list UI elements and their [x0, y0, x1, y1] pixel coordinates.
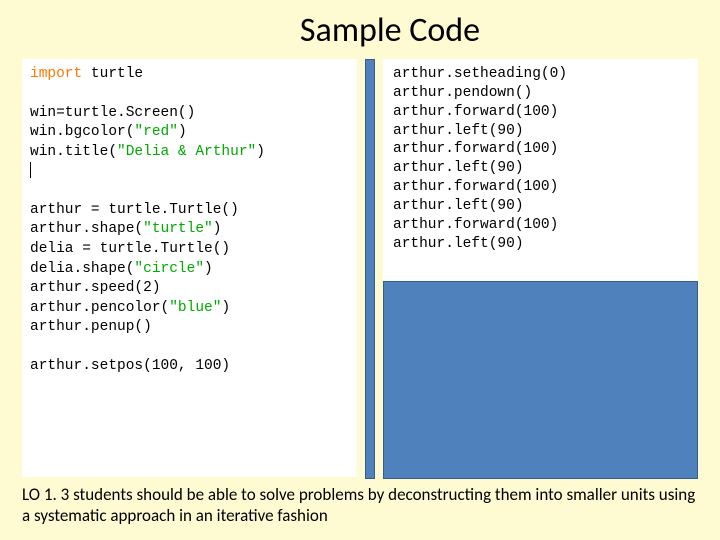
- code-text: ): [178, 124, 187, 140]
- code-line: arthur.forward(100): [393, 216, 688, 235]
- code-panel-right: arthur.setheading(0) arthur.pendown() ar…: [383, 59, 698, 281]
- string-literal: "circle": [134, 261, 204, 277]
- code-line: arthur.pencolor("blue"): [30, 299, 349, 319]
- code-line: arthur.speed(2): [30, 279, 349, 299]
- code-line: win.bgcolor("red"): [30, 123, 349, 143]
- text-cursor: [30, 162, 31, 178]
- code-text: ): [213, 221, 222, 237]
- code-line: arthur.left(90): [393, 235, 688, 254]
- code-line: arthur.setpos(100, 100): [30, 357, 349, 377]
- code-line: win.title("Delia & Arthur"): [30, 143, 349, 163]
- code-text: win.title(: [30, 144, 117, 160]
- blank-line: [30, 182, 349, 201]
- code-line: arthur.forward(100): [393, 178, 688, 197]
- code-panel-left: import turtle win=turtle.Screen() win.bg…: [22, 59, 357, 477]
- code-line: delia.shape("circle"): [30, 260, 349, 280]
- panel-divider: [365, 59, 375, 479]
- code-text: arthur.pencolor(: [30, 300, 169, 316]
- code-text: ): [204, 261, 213, 277]
- keyword: import: [30, 66, 82, 82]
- learning-objective-text: LO 1. 3 students should be able to solve…: [22, 484, 698, 527]
- cursor-line: [30, 162, 349, 182]
- code-text: turtle: [82, 66, 143, 82]
- string-literal: "Delia & Arthur": [117, 144, 256, 160]
- code-text: win.bgcolor(: [30, 124, 134, 140]
- code-line: arthur.shape("turtle"): [30, 220, 349, 240]
- code-line: import turtle: [30, 65, 349, 85]
- code-line: arthur.left(90): [393, 197, 688, 216]
- code-text: arthur.shape(: [30, 221, 143, 237]
- code-line: arthur.left(90): [393, 122, 688, 141]
- code-line: arthur.left(90): [393, 159, 688, 178]
- right-column: arthur.setheading(0) arthur.pendown() ar…: [383, 59, 698, 479]
- code-text: delia.shape(: [30, 261, 134, 277]
- code-line: delia = turtle.Turtle(): [30, 240, 349, 260]
- code-line: arthur.forward(100): [393, 140, 688, 159]
- code-area: import turtle win=turtle.Screen() win.bg…: [0, 59, 720, 479]
- string-literal: "turtle": [143, 221, 213, 237]
- code-text: ): [256, 144, 265, 160]
- code-line: arthur.pendown(): [393, 84, 688, 103]
- redaction-box: [383, 281, 698, 479]
- string-literal: "blue": [169, 300, 221, 316]
- code-line: arthur.setheading(0): [393, 65, 688, 84]
- blank-line: [30, 85, 349, 104]
- code-text: ): [221, 300, 230, 316]
- code-line: arthur.penup(): [30, 318, 349, 338]
- string-literal: "red": [134, 124, 178, 140]
- blank-line: [30, 338, 349, 357]
- code-line: win=turtle.Screen(): [30, 104, 349, 124]
- code-line: arthur.forward(100): [393, 103, 688, 122]
- code-line: arthur = turtle.Turtle(): [30, 201, 349, 221]
- slide-title: Sample Code: [0, 0, 720, 59]
